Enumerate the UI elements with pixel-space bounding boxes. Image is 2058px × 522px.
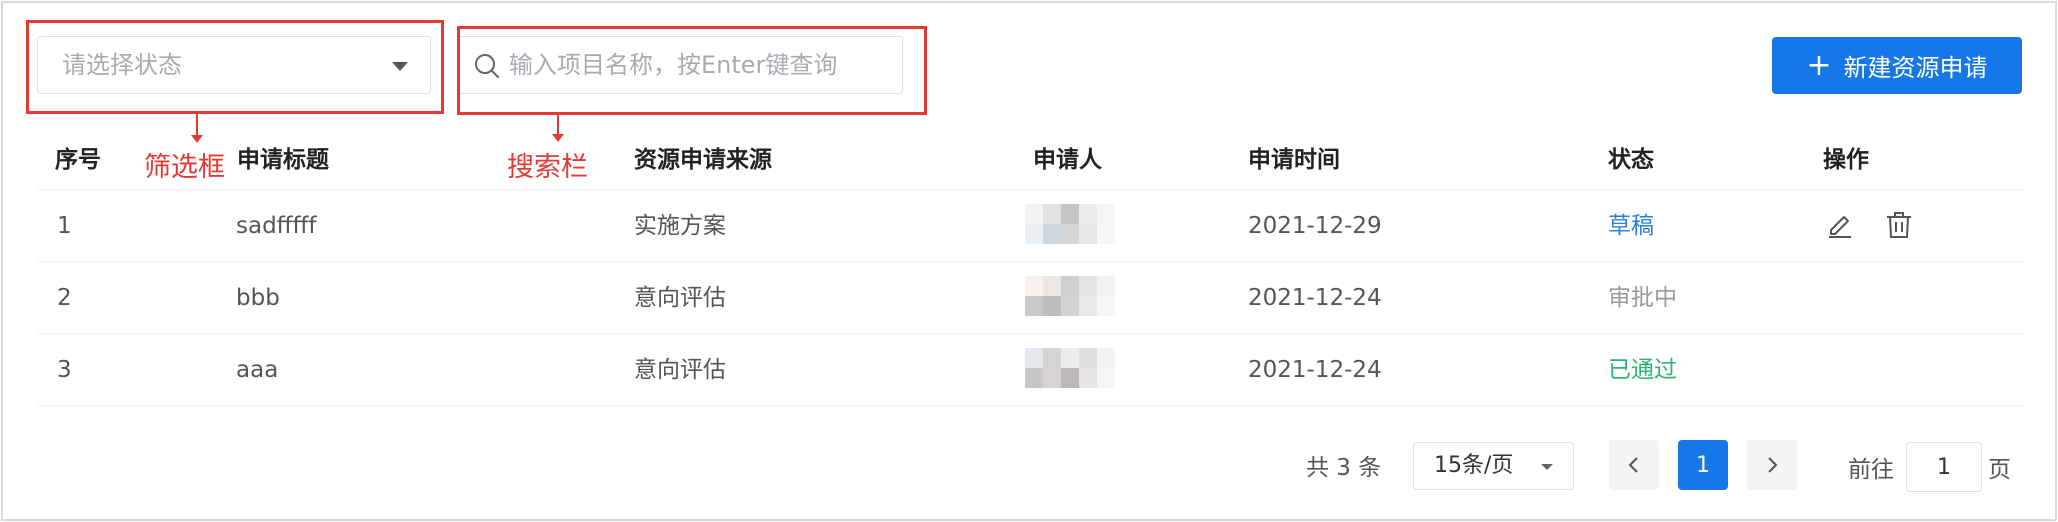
delete-icon[interactable] <box>1884 210 1914 240</box>
page-number-button[interactable]: 1 <box>1678 440 1728 490</box>
plus-icon: + <box>1806 47 1832 83</box>
row-source: 实施方案 <box>634 213 726 239</box>
next-page-button[interactable] <box>1747 440 1797 490</box>
row-index: 3 <box>57 357 72 383</box>
column-header-date: 申请时间 <box>1248 147 1340 173</box>
row-date: 2021-12-24 <box>1248 285 1382 311</box>
column-header-actions: 操作 <box>1823 147 1869 173</box>
row-source: 意向评估 <box>634 357 726 383</box>
applicant-avatar-blurred <box>1025 348 1115 388</box>
row-index: 2 <box>57 285 72 311</box>
row-index: 1 <box>57 213 72 239</box>
goto-label: 前往 <box>1848 457 1894 483</box>
row-source: 意向评估 <box>634 285 726 311</box>
row-status: 已通过 <box>1608 357 1677 383</box>
column-header-source: 资源申请来源 <box>634 147 772 173</box>
chevron-left-icon <box>1628 457 1638 473</box>
row-title[interactable]: sadfffff <box>236 190 316 262</box>
edit-icon[interactable] <box>1825 210 1855 240</box>
new-resource-request-label: 新建资源申请 <box>1843 54 1988 82</box>
applicant-avatar-blurred <box>1025 204 1115 244</box>
page-unit-label: 页 <box>1988 457 2011 483</box>
column-header-title: 申请标题 <box>237 147 329 173</box>
filter-annotation-box <box>26 20 444 114</box>
applicant-avatar-blurred <box>1025 276 1115 316</box>
page-size-select[interactable]: 15条/页 <box>1413 442 1574 490</box>
table-row: 2 bbb 意向评估 2021-12-24 审批中 <box>37 262 2022 334</box>
row-title[interactable]: bbb <box>236 262 280 334</box>
goto-page-input[interactable] <box>1906 442 1982 492</box>
prev-page-button[interactable] <box>1609 440 1659 490</box>
chevron-right-icon <box>1768 457 1778 473</box>
pagination-total: 共 3 条 <box>1306 455 1382 481</box>
row-date: 2021-12-29 <box>1248 213 1382 239</box>
table-row: 3 aaa 意向评估 2021-12-24 已通过 <box>37 334 2022 406</box>
caret-down-icon <box>1541 464 1553 470</box>
column-header-index: 序号 <box>55 147 101 173</box>
row-date: 2021-12-24 <box>1248 357 1382 383</box>
row-title[interactable]: aaa <box>236 334 278 406</box>
new-resource-request-button[interactable]: + 新建资源申请 <box>1772 37 2022 94</box>
table-header-row <box>37 118 2022 190</box>
row-status: 审批中 <box>1608 285 1677 311</box>
table-row: 1 sadfffff 实施方案 2021-12-29 草稿 <box>37 190 2022 262</box>
search-annotation-box <box>457 26 927 115</box>
page-size-value: 15条/页 <box>1434 453 1514 478</box>
column-header-applicant: 申请人 <box>1033 147 1102 173</box>
column-header-status: 状态 <box>1608 147 1654 173</box>
row-status: 草稿 <box>1608 213 1654 239</box>
